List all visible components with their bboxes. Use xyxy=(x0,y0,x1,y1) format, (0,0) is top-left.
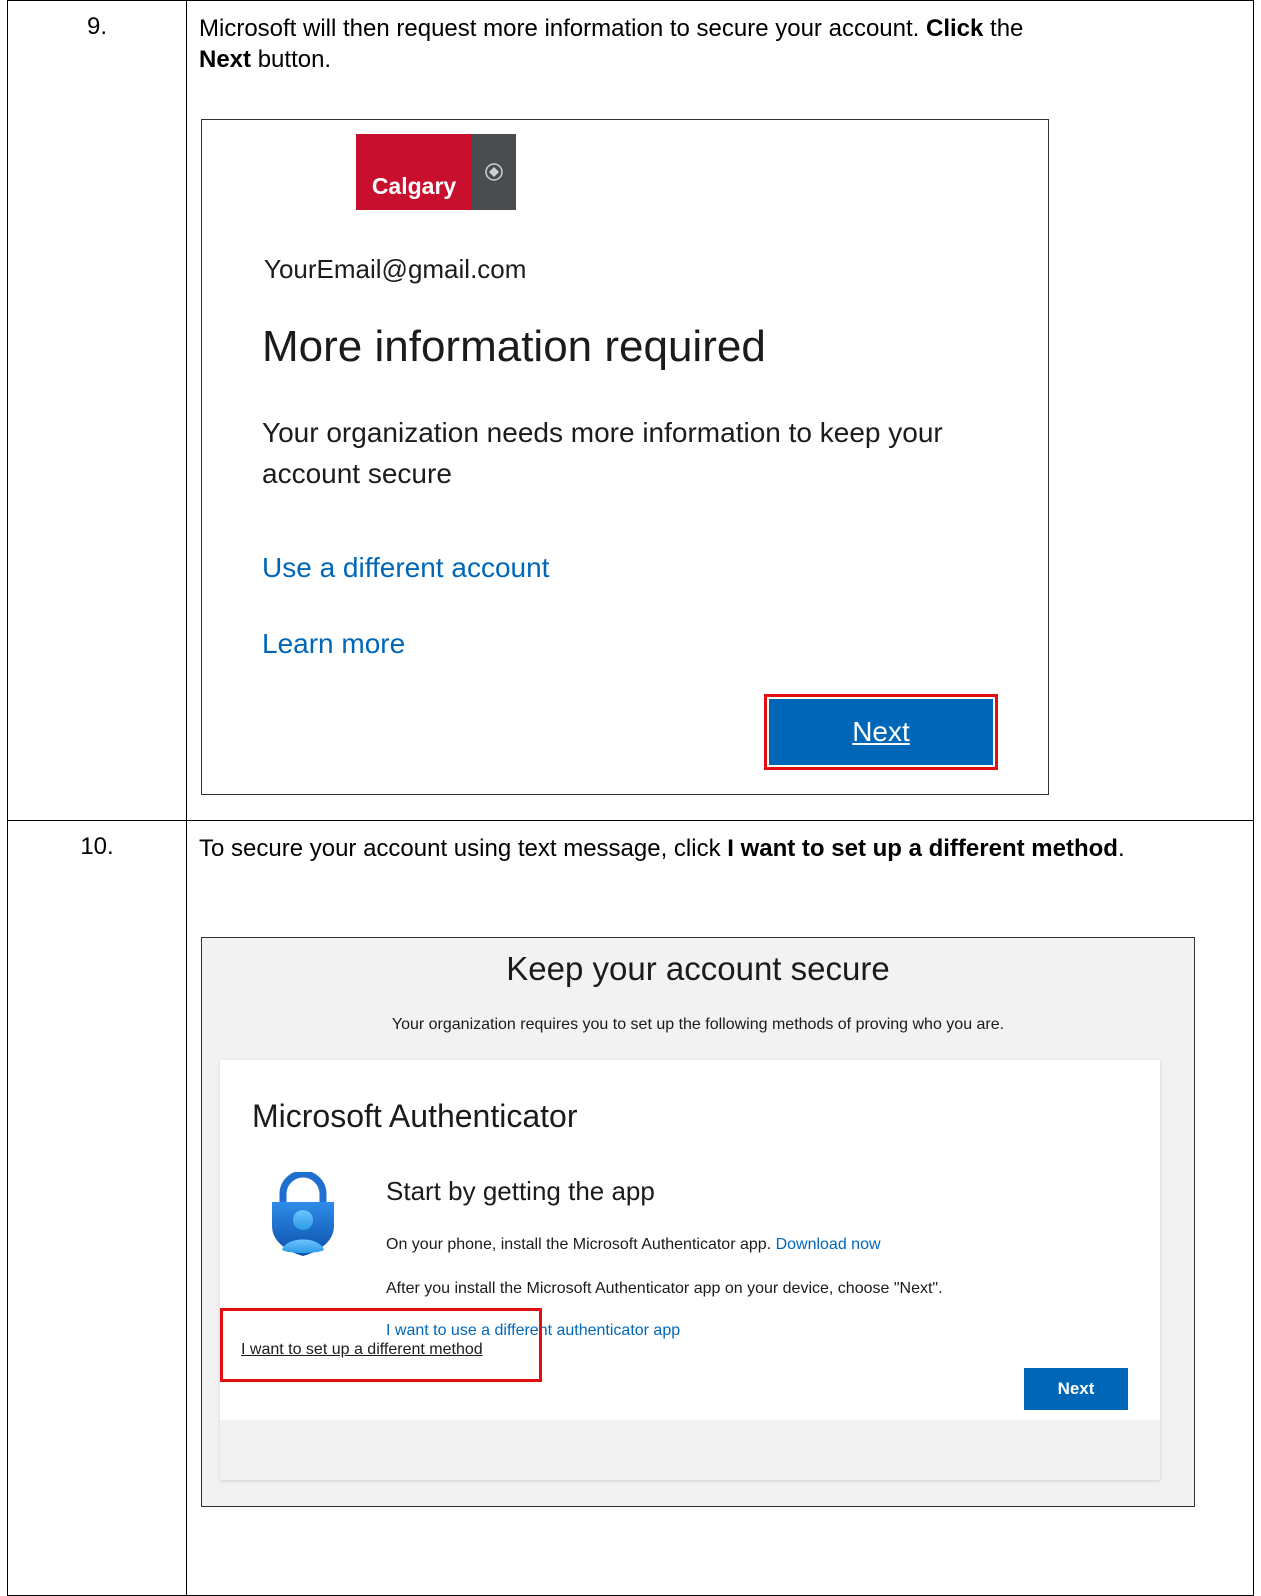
highlight-box: I want to set up a different method xyxy=(220,1308,542,1382)
use-different-account-link[interactable]: Use a different account xyxy=(262,552,549,584)
crest-icon xyxy=(472,134,516,210)
download-now-link[interactable]: Download now xyxy=(776,1236,881,1253)
next-button[interactable]: Next xyxy=(1024,1368,1128,1410)
step-instruction: To secure your account using text messag… xyxy=(199,835,1125,862)
card-title: Microsoft Authenticator xyxy=(252,1098,578,1134)
account-email: YourEmail@gmail.com xyxy=(264,254,527,284)
setup-description: Your organization requires you to set up… xyxy=(391,1016,1005,1033)
authenticator-card: Microsoft Authenticator Start by getting… xyxy=(220,1060,1160,1480)
page-description: Your organization needs more information… xyxy=(262,417,943,489)
authenticator-lock-icon xyxy=(268,1170,338,1261)
next-button[interactable]: Next xyxy=(769,699,993,765)
sign-in-screenshot: Calgary YourEmail@gmail.com More informa… xyxy=(201,119,1049,795)
card-footer xyxy=(220,1420,1160,1480)
different-method-link[interactable]: I want to set up a different method xyxy=(241,1341,483,1359)
setup-title: Keep your account secure xyxy=(506,950,890,987)
step-row-10: 10. To secure your account using text me… xyxy=(7,820,1254,1596)
security-setup-screenshot: Keep your account secure Your organizati… xyxy=(201,937,1195,1507)
step-row-9: 9. Microsoft will then request more info… xyxy=(7,0,1254,821)
highlight-box: Next xyxy=(764,694,998,770)
step-instruction: Microsoft will then request more informa… xyxy=(199,15,1024,73)
step-number: 9. xyxy=(86,13,107,40)
learn-more-link[interactable]: Learn more xyxy=(262,628,405,660)
step-number-cell: 10. xyxy=(7,820,187,1596)
page-heading: More information required xyxy=(262,322,766,371)
step-content-cell: Microsoft will then request more informa… xyxy=(186,0,1254,821)
calgary-logo-text: Calgary xyxy=(356,134,472,210)
step-number-cell: 9. xyxy=(7,0,187,821)
calgary-logo: Calgary xyxy=(356,134,516,210)
step-number: 10. xyxy=(80,833,114,860)
instruction-table: 9. Microsoft will then request more info… xyxy=(7,0,1254,1596)
install-instruction: On your phone, install the Microsoft Aut… xyxy=(386,1236,881,1253)
start-heading: Start by getting the app xyxy=(386,1176,655,1206)
step-content-cell: To secure your account using text messag… xyxy=(186,820,1254,1596)
after-install-instruction: After you install the Microsoft Authenti… xyxy=(386,1280,943,1297)
